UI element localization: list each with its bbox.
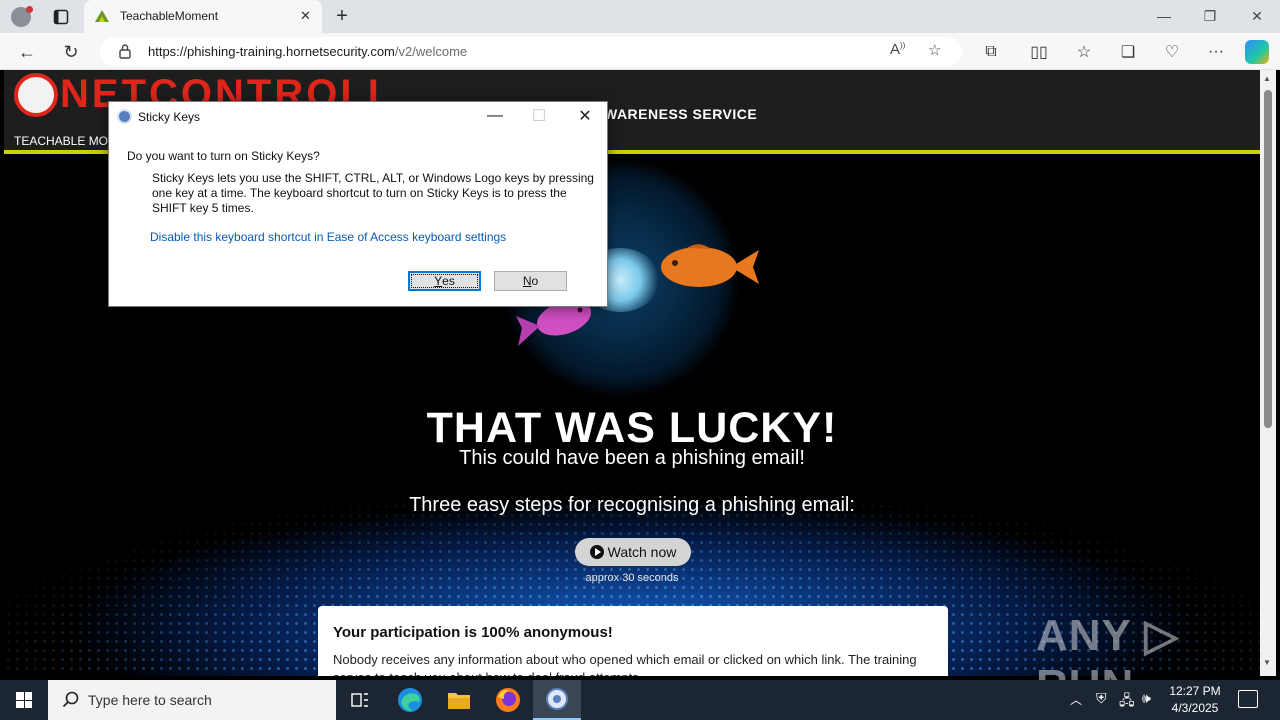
tab-close-icon[interactable]: ✕ bbox=[300, 8, 311, 24]
dialog-description: Sticky Keys lets you use the SHIFT, CTRL… bbox=[152, 171, 594, 215]
clock-date[interactable]: 4/3/2025 bbox=[1163, 701, 1227, 715]
notifications-icon[interactable] bbox=[1238, 690, 1258, 708]
read-aloud-icon[interactable]: A)) bbox=[890, 41, 905, 58]
favorite-star-icon[interactable]: ☆ bbox=[928, 41, 941, 59]
extensions-icon[interactable]: ⧉ bbox=[979, 40, 1003, 64]
favorites-icon[interactable]: ☆ bbox=[1072, 40, 1096, 64]
search-placeholder: Type here to search bbox=[88, 692, 212, 708]
firefox-icon[interactable] bbox=[484, 680, 532, 720]
anonymity-body: Nobody receives any information about wh… bbox=[333, 652, 917, 676]
headline: THAT WAS LUCKY! bbox=[426, 404, 838, 452]
header-subtitle: TEACHABLE MO bbox=[14, 134, 109, 148]
yes-label: es bbox=[442, 274, 455, 288]
copilot-icon[interactable] bbox=[1245, 40, 1269, 64]
lock-icon[interactable] bbox=[118, 43, 132, 59]
windows-logo-icon bbox=[16, 692, 32, 708]
back-icon[interactable]: ← bbox=[14, 39, 40, 65]
taskbar-search[interactable]: Type here to search bbox=[48, 680, 336, 720]
ease-of-access-icon bbox=[117, 109, 132, 124]
browser-essentials-icon[interactable]: ♡ bbox=[1160, 40, 1184, 64]
clock-time[interactable]: 12:27 PM bbox=[1163, 684, 1227, 698]
taskbar: Type here to search ︿ ⛨ 🖧 🕪 12:27 PM 4/3… bbox=[0, 680, 1280, 720]
browser-toolbar: ← ↻ https://phishing-training.hornetsecu… bbox=[0, 33, 1280, 70]
start-button[interactable] bbox=[0, 680, 48, 720]
subheadline: This could have been a phishing email! bbox=[459, 447, 805, 469]
dialog-maximize-icon: ☐ bbox=[531, 108, 547, 125]
dialog-minimize-icon[interactable]: — bbox=[483, 106, 507, 126]
steps-heading: Three easy steps for recognising a phish… bbox=[409, 494, 855, 516]
file-explorer-icon[interactable] bbox=[435, 680, 483, 720]
task-view-icon[interactable] bbox=[336, 680, 384, 720]
tab-favicon-icon bbox=[95, 10, 109, 22]
close-window-icon[interactable]: ✕ bbox=[1242, 4, 1272, 28]
yes-button[interactable]: Yes bbox=[408, 271, 481, 291]
more-menu-icon[interactable]: ··· bbox=[1204, 40, 1228, 64]
page-scrollbar[interactable]: ▲ ▼ bbox=[1260, 70, 1276, 676]
restore-window-icon[interactable]: ❐ bbox=[1195, 4, 1225, 28]
anonymity-title: Your participation is 100% anonymous! bbox=[333, 624, 613, 641]
security-tray-icon[interactable]: ⛨ bbox=[1096, 690, 1107, 707]
no-label: o bbox=[531, 274, 539, 288]
browser-tab-bar: TeachableMoment ✕ + — ❐ ✕ bbox=[0, 0, 1280, 33]
search-icon bbox=[62, 691, 79, 708]
sticky-keys-dialog: Sticky Keys — ☐ ✕ Do you want to turn on… bbox=[108, 101, 608, 307]
scroll-up-icon[interactable]: ▲ bbox=[1263, 74, 1271, 83]
ease-of-access-settings-link[interactable]: Disable this keyboard shortcut in Ease o… bbox=[150, 230, 506, 244]
tab-actions-icon[interactable] bbox=[50, 6, 72, 28]
url-text: https://phishing-training.hornetsecurity… bbox=[148, 44, 468, 59]
refresh-icon[interactable]: ↻ bbox=[58, 39, 84, 65]
watch-now-button[interactable]: Watch now bbox=[575, 538, 691, 566]
tab-teachablemoment[interactable]: TeachableMoment ✕ bbox=[84, 0, 322, 33]
address-bar[interactable]: https://phishing-training.hornetsecurity… bbox=[100, 37, 962, 66]
network-icon[interactable]: 🖧 bbox=[1119, 690, 1135, 714]
ease-of-access-app-icon[interactable] bbox=[533, 680, 581, 720]
watch-duration-hint: approx 30 seconds bbox=[585, 572, 679, 584]
collections-icon[interactable]: ❏ bbox=[1116, 40, 1140, 64]
dialog-close-icon[interactable]: ✕ bbox=[573, 106, 597, 126]
profile-icon[interactable] bbox=[8, 4, 34, 30]
no-accesskey: N bbox=[522, 274, 532, 288]
play-icon bbox=[589, 545, 604, 559]
new-tab-icon[interactable]: + bbox=[330, 4, 354, 28]
logo-mark bbox=[14, 73, 58, 117]
tray-overflow-icon[interactable]: ︿ bbox=[1070, 691, 1082, 708]
orange-fish-icon bbox=[661, 244, 759, 287]
volume-icon[interactable]: 🕪 bbox=[1142, 690, 1151, 707]
scrollbar-thumb[interactable] bbox=[1264, 90, 1272, 428]
no-button[interactable]: No bbox=[494, 271, 567, 291]
dialog-question: Do you want to turn on Sticky Keys? bbox=[127, 149, 320, 163]
tab-title: TeachableMoment bbox=[120, 9, 219, 23]
dialog-title: Sticky Keys bbox=[138, 110, 201, 124]
anonymity-card: Your participation is 100% anonymous! No… bbox=[318, 606, 948, 676]
minimize-window-icon[interactable]: — bbox=[1149, 4, 1179, 28]
edge-icon[interactable] bbox=[386, 680, 434, 720]
header-service-title: WARENESS SERVICE bbox=[604, 106, 758, 122]
scroll-down-icon[interactable]: ▼ bbox=[1263, 658, 1271, 667]
split-screen-icon[interactable]: ▯▯ bbox=[1027, 40, 1051, 64]
yes-accesskey: Y bbox=[434, 274, 443, 288]
watch-now-label: Watch now bbox=[607, 544, 677, 560]
